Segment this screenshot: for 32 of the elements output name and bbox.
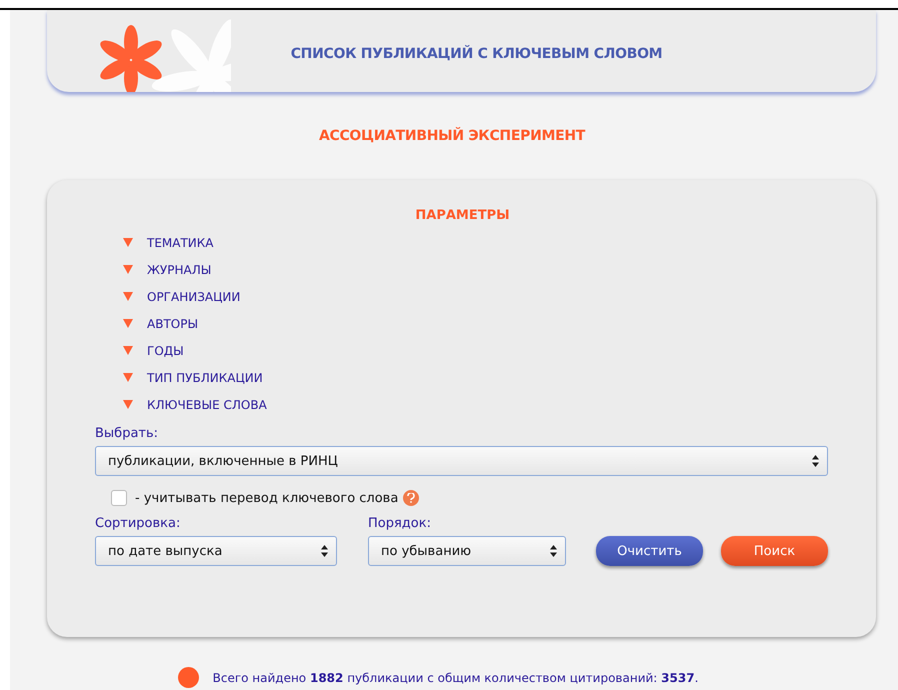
- triangle-down-icon: [123, 265, 133, 274]
- up-down-arrows-icon: [321, 545, 328, 557]
- triangle-down-icon: [123, 373, 133, 382]
- sort-select[interactable]: по дате выпуска: [95, 536, 337, 566]
- select-field[interactable]: публикации, включенные в РИНЦ: [95, 446, 828, 476]
- keyword-heading: АССОЦИАТИВНЫЙ ЭКСПЕРИМЕНТ: [318, 128, 586, 144]
- triangle-down-icon: [123, 292, 133, 301]
- clear-button[interactable]: Очистить: [596, 536, 703, 566]
- triangle-down-icon: [123, 238, 133, 247]
- parameters-title: ПАРАМЕТРЫ: [415, 208, 510, 223]
- info-icon: [178, 667, 199, 688]
- page-title: СПИСОК ПУБЛИКАЦИЙ С КЛЮЧЕВЫМ СЛОВОМ: [290, 46, 662, 62]
- order-select[interactable]: по убыванию: [368, 536, 566, 566]
- section-toggle[interactable]: ТЕМАТИКА: [147, 236, 214, 250]
- triangle-down-icon: [123, 319, 133, 328]
- sort-label: Сортировка:: [95, 516, 182, 531]
- triangle-down-icon: [123, 400, 133, 409]
- up-down-arrows-icon: [812, 455, 819, 467]
- section-toggle[interactable]: КЛЮЧЕВЫЕ СЛОВА: [147, 398, 267, 412]
- section-toggle[interactable]: ГОДЫ: [147, 344, 184, 358]
- checkbox-label: - учитывать перевод ключевого слова: [135, 490, 398, 506]
- section-toggle[interactable]: ТИП ПУБЛИКАЦИИ: [147, 370, 263, 384]
- results-summary: Всего найдено 1882 публикации с общим количеством цитирований: 3537.: [212, 670, 698, 684]
- section-toggle[interactable]: АВТОРЫ: [147, 316, 198, 330]
- section-toggle[interactable]: ОРГАНИЗАЦИИ: [147, 290, 240, 304]
- checkbox[interactable]: [111, 490, 127, 506]
- section-toggle[interactable]: ЖУРНАЛЫ: [147, 262, 212, 276]
- triangle-down-icon: [123, 346, 133, 355]
- order-label: Порядок:: [368, 516, 432, 531]
- select-label: Выбрать:: [95, 426, 160, 441]
- up-down-arrows-icon: [550, 545, 557, 557]
- help-icon[interactable]: [403, 490, 420, 506]
